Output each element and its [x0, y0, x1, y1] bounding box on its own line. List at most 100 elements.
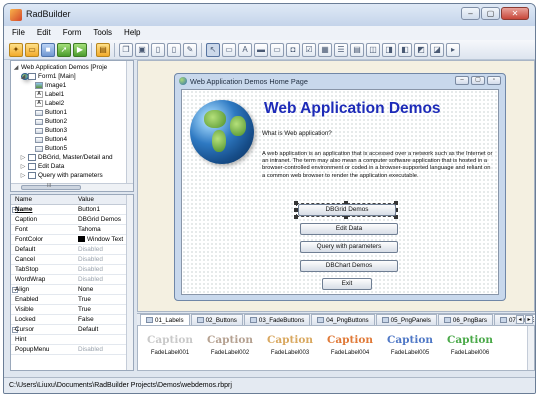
tree-item-label2[interactable]: A Label2 [35, 99, 64, 108]
palette-item[interactable]: Caption FadeLabel001 [144, 332, 196, 356]
description-label[interactable]: A web application is an application that… [262, 151, 494, 180]
grid-tool-icon[interactable]: ▦ [318, 42, 332, 57]
button-tool-icon[interactable]: ◘ [286, 42, 300, 57]
tree-item-button2[interactable]: Button2 [35, 117, 67, 126]
minimize-button[interactable]: – [461, 7, 480, 20]
globe-image[interactable] [190, 100, 254, 164]
run-icon[interactable]: ▶ [73, 42, 87, 57]
menu-form[interactable]: Form [63, 26, 82, 40]
tree-root[interactable]: ◢ Web Application Demos [Proje [13, 63, 107, 80]
tree-vertical-scrollbar[interactable] [126, 61, 133, 183]
tab-icon [443, 317, 451, 323]
design-canvas[interactable]: Web Application Demos What is Web applic… [181, 89, 499, 295]
checkbox-tool-icon[interactable]: ☑ [302, 42, 316, 57]
new-page-icon[interactable]: ▯ [151, 42, 165, 57]
menu-file[interactable]: File [12, 26, 25, 40]
prop-row-popupmenu[interactable]: PopupMenu Disabled [11, 345, 128, 355]
form-maximize-button[interactable]: ▢ [471, 76, 485, 85]
tree-form-editdata[interactable]: ▷ Edit Data [20, 162, 64, 171]
tab-buttons[interactable]: 02_Buttons [190, 314, 243, 325]
tree-item-button5[interactable]: Button5 [35, 144, 67, 153]
close-button[interactable]: ✕ [501, 7, 529, 20]
maximize-button[interactable]: ▢ [481, 7, 500, 20]
prop-row-hint[interactable]: Hint [11, 335, 128, 345]
headline-label[interactable]: Web Application Demos [264, 100, 441, 118]
prop-row-name[interactable]: – Name Button1 [11, 205, 128, 215]
form-close-button[interactable]: ▫ [487, 76, 501, 85]
tab-labels[interactable]: 01_Labels [140, 314, 190, 325]
dbchart-demos-button[interactable]: DBChart Demos [300, 260, 398, 272]
tab-fadebuttons[interactable]: 03_FadeButtons [243, 314, 311, 325]
prop-row-tabstop[interactable]: TabStop Disabled [11, 265, 128, 275]
tab-scroll-right-icon[interactable]: ▸ [525, 315, 533, 324]
align-center-icon[interactable]: ◫ [366, 42, 380, 57]
copy-icon[interactable]: ❐ [119, 42, 133, 57]
prop-row-visible[interactable]: Visible True [11, 305, 128, 315]
list-tool-icon[interactable]: ☰ [334, 42, 348, 57]
save-icon[interactable]: ■ [41, 42, 55, 57]
expand-icon[interactable]: ▷ [20, 154, 26, 161]
tab-pngbars[interactable]: 06_PngBars [437, 314, 493, 325]
label-tool-icon[interactable]: A [238, 42, 252, 57]
align-right-icon[interactable]: ◨ [382, 42, 396, 57]
align-bottom-icon[interactable]: ◪ [430, 42, 444, 57]
tree-form[interactable]: ◢ Form1 [Main] [20, 72, 76, 81]
expand-icon[interactable]: ▷ [20, 172, 26, 179]
align-left-icon[interactable]: ▤ [350, 42, 364, 57]
line-tool-icon[interactable]: ▬ [254, 42, 268, 57]
publish-icon[interactable]: ➚ [57, 42, 71, 57]
paste-icon[interactable]: ▣ [135, 42, 149, 57]
palette-item[interactable]: Caption FadeLabel005 [384, 332, 436, 356]
tree-form-dbgrid[interactable]: ▷ DBGrid, Master/Detail and [20, 153, 113, 162]
more-tools-icon[interactable]: ▸ [446, 42, 460, 57]
edit-tool-icon[interactable]: ▭ [270, 42, 284, 57]
tree-horizontal-scrollbar[interactable]: III [11, 183, 133, 191]
tree-item-label1[interactable]: A Label1 [35, 90, 64, 99]
form-icon[interactable]: ▤ [96, 42, 110, 57]
open-icon[interactable]: ✦ [9, 42, 23, 57]
palette-item[interactable]: Caption FadeLabel003 [264, 332, 316, 356]
page-icon[interactable]: ▯ [167, 42, 181, 57]
prop-row-locked[interactable]: Locked False [11, 315, 128, 325]
collapse-icon[interactable]: ◢ [20, 73, 26, 80]
palette-item[interactable]: Caption FadeLabel006 [444, 332, 496, 356]
pointer-icon[interactable]: ↖ [206, 42, 220, 57]
menu-help[interactable]: Help [124, 26, 140, 40]
properties-scrollbar[interactable] [126, 195, 133, 370]
tab-pngbuttons[interactable]: 04_PngButtons [311, 314, 375, 325]
prop-row-enabled[interactable]: Enabled True [11, 295, 128, 305]
tab-pngpanels[interactable]: 05_PngPanels [375, 314, 437, 325]
page-edit-icon[interactable]: ✎ [183, 42, 197, 57]
prop-row-align[interactable]: – Align None [11, 285, 128, 295]
prop-row-fontcolor[interactable]: FontColor Window Text [11, 235, 128, 245]
tree-item-button1[interactable]: Button1 [35, 108, 67, 117]
exit-button[interactable]: Exit [322, 278, 372, 290]
tree-item-button3[interactable]: Button3 [35, 126, 67, 135]
tree-item-button4[interactable]: Button4 [35, 135, 67, 144]
image-tool-icon[interactable]: ▭ [222, 42, 236, 57]
form-minimize-button[interactable]: – [455, 76, 469, 85]
prop-row-font[interactable]: Font Tahoma [11, 225, 128, 235]
prop-row-cancel[interactable]: Cancel Disabled [11, 255, 128, 265]
tab-scroll-left-icon[interactable]: ◂ [516, 315, 524, 324]
prop-row-wordwrap[interactable]: WordWrap Disabled [11, 275, 128, 285]
dbgrid-demos-button[interactable]: DBGrid Demos [298, 204, 396, 216]
menu-tools[interactable]: Tools [93, 26, 112, 40]
prop-row-caption[interactable]: Caption DBGrid Demos [11, 215, 128, 225]
palette-scrollbar[interactable] [527, 326, 534, 370]
edit-data-button[interactable]: Edit Data [300, 223, 398, 235]
subheading-label[interactable]: What is Web application? [262, 130, 332, 137]
align-top-icon[interactable]: ◧ [398, 42, 412, 57]
query-button[interactable]: Query with parameters [300, 241, 398, 253]
align-middle-icon[interactable]: ◩ [414, 42, 428, 57]
palette-item[interactable]: Caption FadeLabel004 [324, 332, 376, 356]
expand-icon[interactable]: ▷ [20, 163, 26, 170]
tree-form-query[interactable]: ▷ Query with parameters [20, 171, 103, 180]
prop-row-default[interactable]: Default Disabled [11, 245, 128, 255]
menu-edit[interactable]: Edit [37, 26, 51, 40]
collapse-icon[interactable]: ◢ [13, 64, 19, 71]
palette-item[interactable]: Caption FadeLabel002 [204, 332, 256, 356]
prop-row-cursor[interactable]: – Cursor Default [11, 325, 128, 335]
tree-item-image1[interactable]: Image1 [35, 81, 66, 90]
folder-icon[interactable]: ▭ [25, 42, 39, 57]
